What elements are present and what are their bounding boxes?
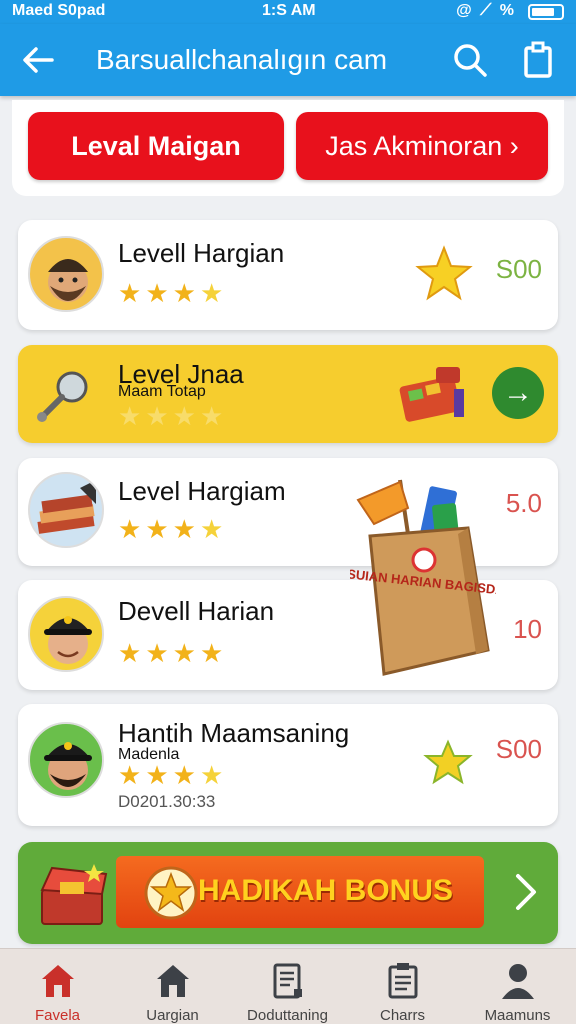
entry-name: Devell Harian — [118, 596, 275, 626]
star-icon: ★ — [145, 401, 169, 431]
star-icon: ★ — [118, 638, 142, 668]
nav-label: Uargian — [146, 1007, 199, 1024]
nav-charrs[interactable]: Charrs — [345, 949, 460, 1024]
star-icon: ★ — [145, 760, 169, 790]
entry-amount: S00 — [495, 734, 542, 764]
entry-name: Levell Hargian — [118, 238, 285, 268]
entry-name: Level Hargiam — [118, 476, 286, 506]
star-icon: ★ — [118, 514, 142, 544]
bonus-label: HADIKAH BONUS — [198, 874, 453, 907]
house-icon — [157, 965, 189, 997]
star-icon: ★ — [199, 401, 224, 431]
cash-register-icon — [399, 367, 464, 422]
star-icon: ★ — [145, 638, 169, 668]
home-icon — [42, 965, 74, 997]
rating-stars: ★ ★ ★ ★ — [118, 762, 223, 788]
tab-leval-maigan[interactable]: Leval Maigan — [28, 112, 284, 180]
star-icon: ★ — [172, 278, 196, 308]
nav-label: Maamuns — [484, 1007, 551, 1024]
nav-doduttaning[interactable]: Doduttaning — [230, 949, 345, 1024]
star-icon: ★ — [172, 401, 196, 431]
clipboard-list-icon — [388, 963, 418, 999]
avatar — [28, 722, 104, 798]
star-icon: ★ — [145, 514, 169, 544]
rating-stars: ★ ★ ★ ★ — [118, 640, 223, 666]
app-bar: Barsuallchanalıgın cam — [0, 24, 576, 96]
document-icon — [273, 963, 302, 999]
star-icon: ★ — [172, 638, 196, 668]
star-icon: ★ — [199, 278, 224, 308]
star-sparkle-icon — [423, 739, 473, 785]
treasure-chest-icon — [40, 864, 108, 925]
battery-icon — [528, 4, 564, 20]
star-icon: ★ — [118, 401, 142, 431]
list-item-highlighted[interactable]: Level Jnaa Maam Totap ★ ★ ★ ★ → — [18, 345, 558, 443]
entry-date: D0201.30:33 — [118, 792, 216, 811]
rating-stars: ★ ★ ★ ★ — [118, 516, 223, 542]
nav-maamuns[interactable]: Maamuns — [460, 949, 575, 1024]
bearded-man-avatar-icon — [48, 259, 88, 302]
entry-name: Hantih Maamsaning — [118, 718, 350, 748]
avatar — [28, 472, 104, 548]
book-stack-icon — [37, 480, 96, 534]
list-item[interactable]: Levell Hargian ★ ★ ★ ★ S00 — [18, 220, 558, 330]
carrier-text: Maed S0pad — [12, 2, 106, 19]
clock: 1:S AM — [262, 2, 316, 19]
avatar — [28, 596, 104, 672]
star-icon: ★ — [199, 760, 224, 790]
rating-stars: ★ ★ ★ ★ — [118, 280, 223, 306]
nav-label: Favela — [34, 1007, 81, 1024]
star-badge-icon — [144, 866, 198, 920]
chevron-right-icon[interactable] — [508, 866, 544, 918]
entry-amount: S00 — [495, 254, 542, 284]
nav-label: Charrs — [379, 1007, 425, 1024]
search-icon[interactable] — [448, 38, 492, 82]
man-cap-avatar-icon — [44, 616, 92, 664]
bonus-banner[interactable]: HADIKAH BONUS — [18, 842, 558, 944]
star-icon: ★ — [145, 278, 169, 308]
status-indicators: @ ⟋ % — [456, 2, 516, 19]
magnifier-key-icon — [37, 371, 88, 422]
man-cap-beard-avatar-icon — [44, 742, 92, 790]
entry-amount: 5.0 — [505, 488, 542, 518]
star-icon: ★ — [199, 638, 224, 668]
rating-stars: ★ ★ ★ ★ — [118, 403, 223, 429]
status-bar: Maed S0pad 1:S AM @ ⟋ % — [0, 0, 576, 24]
nav-label: Doduttaning — [247, 1007, 328, 1024]
star-icon: ★ — [199, 514, 224, 544]
avatar — [28, 236, 104, 312]
back-arrow-icon[interactable] — [16, 38, 60, 82]
list-item[interactable]: Hantih Maamsaning Madenla ★ ★ ★ ★ D0201.… — [18, 704, 558, 826]
open-arrow-button[interactable]: → — [492, 367, 544, 419]
bottom-nav: Favela Uargian Doduttaning Charrs Maamun… — [0, 948, 576, 1024]
star-icon: ★ — [118, 278, 142, 308]
nav-uargian[interactable]: Uargian — [115, 949, 230, 1024]
tab-jas-akminoran[interactable]: Jas Akminoran › — [296, 112, 548, 180]
nav-favela[interactable]: Favela — [0, 949, 115, 1024]
shopping-bag-icon: DASUIAN HARIAN BAGISDAR — [350, 479, 496, 676]
entry-subtitle: Maam Totap — [118, 383, 206, 400]
star-icon: ★ — [172, 514, 196, 544]
entry-amount: 10 — [513, 614, 542, 644]
star-icon: ★ — [118, 760, 142, 790]
page-title: Barsuallchanalıgın cam — [96, 44, 388, 75]
star-icon: ★ — [172, 760, 196, 790]
gold-star-icon — [415, 245, 473, 301]
tab-bar: Leval Maigan Jas Akminoran › — [12, 100, 564, 196]
person-icon — [502, 964, 534, 999]
clipboard-icon[interactable] — [516, 38, 560, 82]
